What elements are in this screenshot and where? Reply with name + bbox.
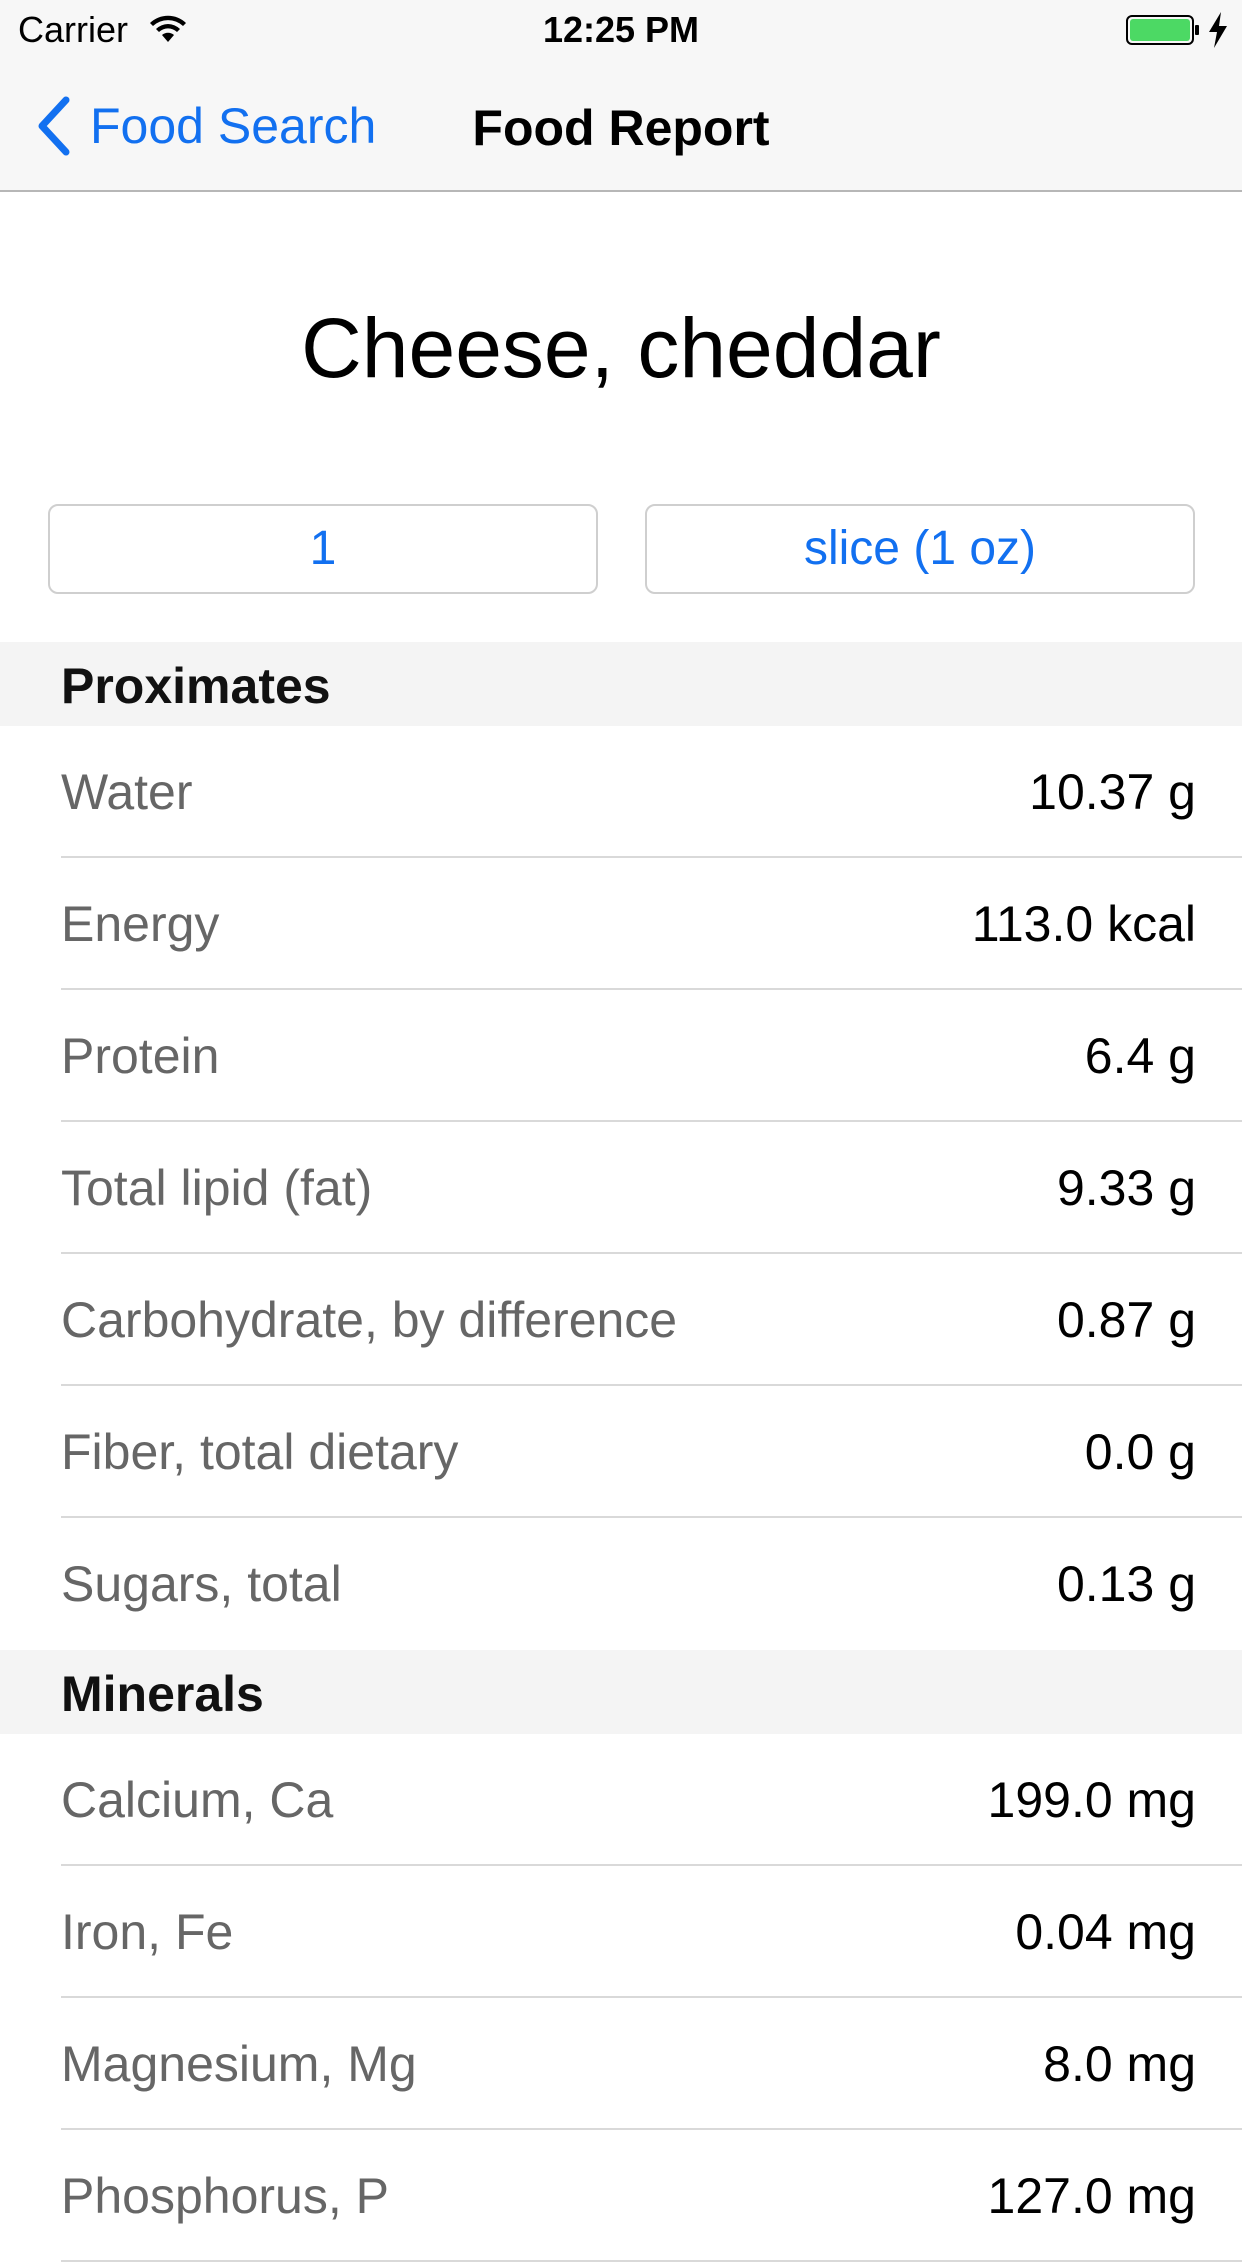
nutrient-value: 9.33 g	[1056, 1160, 1196, 1216]
unit-selector-button[interactable]: slice (1 oz)	[645, 504, 1195, 594]
nutrient-name: Calcium, Ca	[61, 1772, 334, 1828]
nutrient-value: 6.4 g	[1084, 1028, 1196, 1084]
section-header-proximates: Proximates	[0, 642, 1242, 726]
table-row: Magnesium, Mg 8.0 mg	[0, 1998, 1242, 2130]
food-name: Cheese, cheddar	[301, 301, 941, 395]
charging-bolt-icon	[1209, 12, 1227, 48]
status-bar: Carrier 12:25 PM	[0, 0, 1242, 60]
table-row: Water 10.37 g	[0, 726, 1242, 858]
nutrient-name: Total lipid (fat)	[61, 1160, 373, 1216]
nutrient-name: Fiber, total dietary	[61, 1424, 459, 1480]
table-row: Phosphorus, P 127.0 mg	[0, 2130, 1242, 2262]
nutrient-value: 0.13 g	[1056, 1556, 1196, 1612]
nutrient-list: Proximates Water 10.37 g Energy 113.0 kc…	[0, 642, 1242, 2262]
table-row: Carbohydrate, by difference 0.87 g	[0, 1254, 1242, 1386]
nutrient-name: Protein	[61, 1028, 220, 1084]
nutrient-value: 127.0 mg	[987, 2168, 1196, 2224]
nutrient-value: 0.04 mg	[1015, 1904, 1196, 1960]
table-row: Calcium, Ca 199.0 mg	[0, 1734, 1242, 1866]
nutrient-value: 0.0 g	[1084, 1424, 1196, 1480]
nutrient-name: Sugars, total	[61, 1556, 342, 1612]
battery-icon	[1126, 15, 1199, 45]
nutrient-value: 199.0 mg	[987, 1772, 1196, 1828]
nutrient-value: 113.0 kcal	[971, 896, 1196, 952]
table-row: Sugars, total 0.13 g	[0, 1518, 1242, 1650]
nutrient-value: 10.37 g	[1029, 764, 1196, 820]
nutrient-value: 0.87 g	[1056, 1292, 1196, 1348]
table-row: Energy 113.0 kcal	[0, 858, 1242, 990]
nutrient-name: Energy	[61, 896, 220, 952]
nutrient-value: 8.0 mg	[1043, 2036, 1196, 2092]
section-header-minerals: Minerals	[0, 1650, 1242, 1734]
nutrient-name: Iron, Fe	[61, 1904, 234, 1960]
page-title: Food Report	[472, 100, 770, 156]
quantity-selector-button[interactable]: 1	[48, 504, 598, 594]
nutrient-name: Carbohydrate, by difference	[61, 1292, 678, 1348]
nutrient-name: Water	[61, 764, 193, 820]
table-row: Iron, Fe 0.04 mg	[0, 1866, 1242, 1998]
table-row: Protein 6.4 g	[0, 990, 1242, 1122]
table-row: Fiber, total dietary 0.0 g	[0, 1386, 1242, 1518]
status-time: 12:25 PM	[542, 9, 700, 50]
table-row: Total lipid (fat) 9.33 g	[0, 1122, 1242, 1254]
nutrient-name: Phosphorus, P	[61, 2168, 389, 2224]
nutrient-name: Magnesium, Mg	[61, 2036, 417, 2092]
navigation-bar: Food Search Food Report	[0, 60, 1242, 192]
